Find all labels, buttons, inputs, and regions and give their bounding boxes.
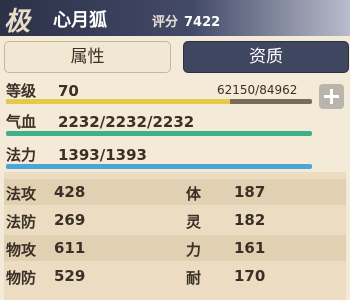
stat-right: 耐 170: [186, 267, 265, 288]
exp-bar: [6, 99, 312, 104]
hp-bar-fill: [6, 131, 312, 136]
tab-aptitude[interactable]: 资质: [183, 41, 349, 73]
stat-label: 法攻: [6, 185, 37, 203]
stat-value: 428: [54, 183, 86, 201]
stat-value: 182: [234, 211, 266, 229]
pet-name: 心月狐: [53, 10, 107, 31]
stat-value: 187: [234, 183, 266, 201]
stat-label: 物攻: [6, 241, 37, 259]
stat-right: 灵 182: [186, 211, 265, 232]
add-point-button[interactable]: [319, 84, 344, 109]
stat-value: 529: [54, 267, 86, 285]
level-label: 等级: [6, 82, 37, 100]
stat-left: 物防 529: [6, 267, 85, 288]
hp-value: 2232/2232/2232: [58, 113, 195, 131]
stat-label: 体: [186, 185, 202, 203]
pet-header: 极 心月狐 评分 7422: [0, 0, 350, 37]
stat-row: 物攻 611 力 161: [4, 235, 346, 261]
stat-right: 力 161: [186, 239, 265, 260]
stat-value: 611: [54, 239, 86, 257]
stat-label: 法防: [6, 213, 37, 231]
hp-row: 气血 2232/2232/2232: [6, 111, 194, 132]
grade-badge: 极: [4, 7, 31, 37]
stat-left: 物攻 611: [6, 239, 85, 260]
level-row: 等级 70: [6, 80, 79, 101]
stat-label: 力: [186, 241, 202, 259]
level-value: 70: [58, 82, 79, 100]
tab-attributes[interactable]: 属性: [4, 41, 171, 73]
stat-label: 物防: [6, 269, 37, 287]
score-label: 评分: [152, 15, 179, 30]
stat-left: 法防 269: [6, 211, 85, 232]
mp-value: 1393/1393: [58, 146, 147, 164]
stat-row: 法攻 428 体 187: [4, 179, 346, 205]
stat-left: 法攻 428: [6, 183, 85, 204]
mp-label: 法力: [6, 146, 37, 164]
mp-bar: [6, 164, 312, 169]
stat-label: 耐: [186, 269, 202, 287]
exp-bar-fill: [6, 99, 230, 104]
stat-label: 灵: [186, 213, 202, 231]
stat-value: 269: [54, 211, 86, 229]
stat-value: 161: [234, 239, 266, 257]
hp-label: 气血: [6, 113, 37, 131]
hp-bar: [6, 131, 312, 136]
stats-panel: 法攻 428 体 187 法防 269 灵 182 物攻 611 力 161 物防 529 耐…: [4, 172, 346, 300]
stat-row: 法防 269 灵 182: [4, 207, 346, 233]
score: 评分 7422: [152, 11, 220, 30]
mp-row: 法力 1393/1393: [6, 144, 147, 165]
mp-bar-fill: [6, 164, 312, 169]
score-value: 7422: [184, 15, 221, 30]
stat-value: 170: [234, 267, 266, 285]
stat-row: 物防 529 耐 170: [4, 263, 346, 289]
exp-text: 62150/84962: [217, 83, 298, 97]
stat-right: 体 187: [186, 183, 265, 204]
